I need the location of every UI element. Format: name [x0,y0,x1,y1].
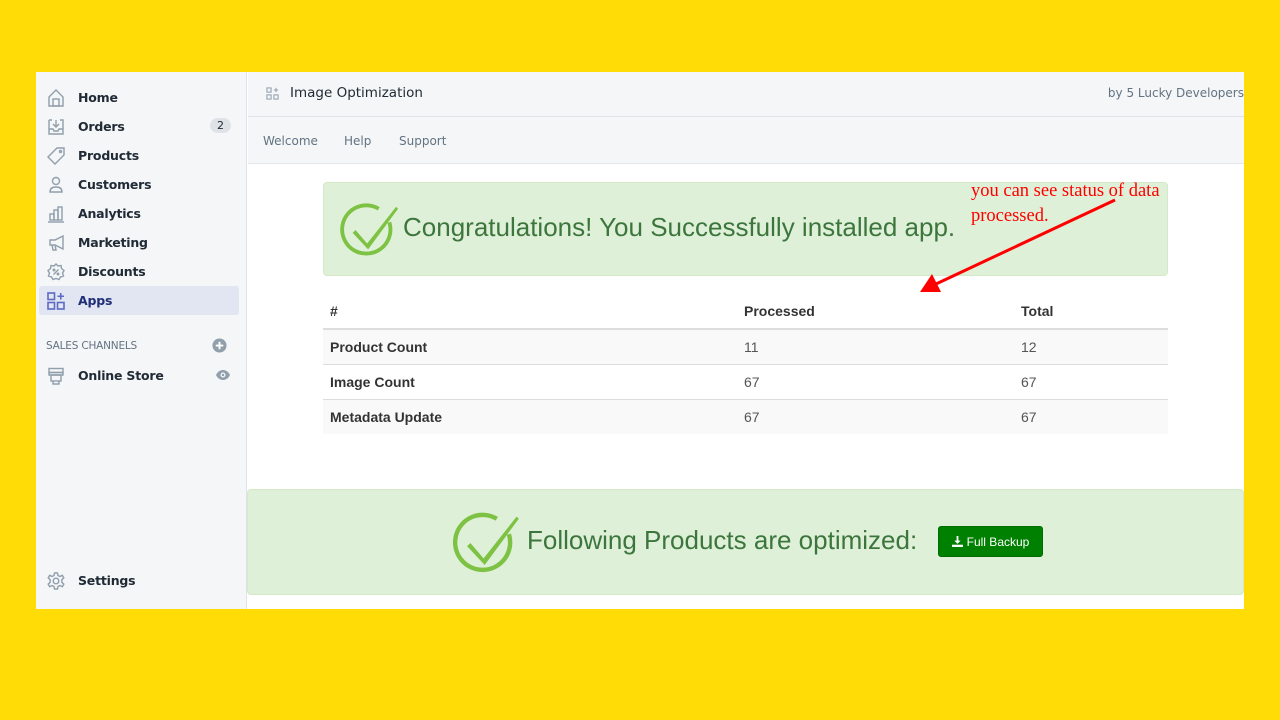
nav-link-welcome[interactable]: Welcome [263,134,318,148]
row-total: 67 [1014,398,1168,434]
download-icon [951,536,963,547]
app-header: Image Optimization by 5 Lucky Developers [248,72,1244,117]
check-circle-icon [452,512,519,573]
column-header-name: # [323,294,737,330]
sidebar-item-label: Discounts [78,264,146,279]
app-subnav: Welcome Help Support [248,117,1244,164]
person-icon [45,174,67,196]
sidebar-item-label: Marketing [78,235,148,250]
sidebar-item-label: Analytics [78,206,141,221]
apps-icon [45,290,67,312]
sidebar-item-marketing[interactable]: Marketing [39,228,239,257]
gear-icon [45,570,67,592]
nav-link-help[interactable]: Help [344,134,371,148]
row-processed: 67 [737,398,1014,434]
row-name: Product Count [323,328,737,364]
row-processed: 11 [737,328,1014,364]
sidebar-item-label: Customers [78,177,152,192]
optimized-message: Following Products are optimized: [527,525,918,555]
home-icon [45,87,67,109]
store-icon [45,365,67,387]
table-row: Image Count 67 67 [323,363,1168,399]
row-name: Image Count [323,363,737,399]
discount-icon [45,261,67,283]
annotation-arrow-icon [920,198,1116,292]
sidebar-item-label: Products [78,148,139,163]
sidebar-item-apps[interactable]: Apps [39,286,239,315]
sidebar-item-products[interactable]: Products [39,141,239,170]
sidebar-item-online-store[interactable]: Online Store [39,361,239,390]
sidebar-item-orders[interactable]: Orders 2 [39,112,239,141]
sidebar-item-customers[interactable]: Customers [39,170,239,199]
sidebar-item-label: Orders [78,119,125,134]
row-processed: 67 [737,363,1014,399]
processing-status-table: # Processed Total Product Count 11 12 Im… [323,294,1168,434]
sidebar-item-settings[interactable]: Settings [39,566,239,595]
table-row: Product Count 11 12 [323,328,1168,364]
sales-channels-header: SALES CHANNELS [46,340,137,352]
orders-count-badge: 2 [210,118,231,133]
success-message: Congratulations! You Successfully instal… [403,212,956,242]
tag-icon [45,145,67,167]
full-backup-button[interactable]: Full Backup [938,526,1043,557]
sidebar-item-label: Apps [78,293,113,308]
apps-icon [266,87,279,100]
row-total: 12 [1014,328,1168,364]
check-circle-icon [340,203,399,256]
sidebar-item-discounts[interactable]: Discounts [39,257,239,286]
sidebar: Home Orders 2 Products Customers Analyti… [36,72,247,609]
megaphone-icon [45,232,67,254]
table-row: Metadata Update 67 67 [323,398,1168,434]
app-title: Image Optimization [290,85,423,101]
bar-chart-icon [45,203,67,225]
app-window: Home Orders 2 Products Customers Analyti… [36,72,1244,609]
add-sales-channel-icon[interactable] [212,338,227,353]
sidebar-item-label: Online Store [78,368,164,383]
app-developer: by 5 Lucky Developers [1107,86,1244,100]
row-name: Metadata Update [323,398,737,434]
full-backup-label: Full Backup [966,534,1030,549]
row-total: 67 [1014,363,1168,399]
sidebar-item-label: Settings [78,573,136,588]
sidebar-item-home[interactable]: Home [39,83,239,112]
nav-link-support[interactable]: Support [399,134,446,148]
view-store-eye-icon[interactable] [215,368,231,382]
orders-icon [45,116,67,138]
sidebar-item-analytics[interactable]: Analytics [39,199,239,228]
optimized-products-alert: Following Products are optimized: Full B… [247,489,1244,595]
sidebar-item-label: Home [78,90,118,105]
